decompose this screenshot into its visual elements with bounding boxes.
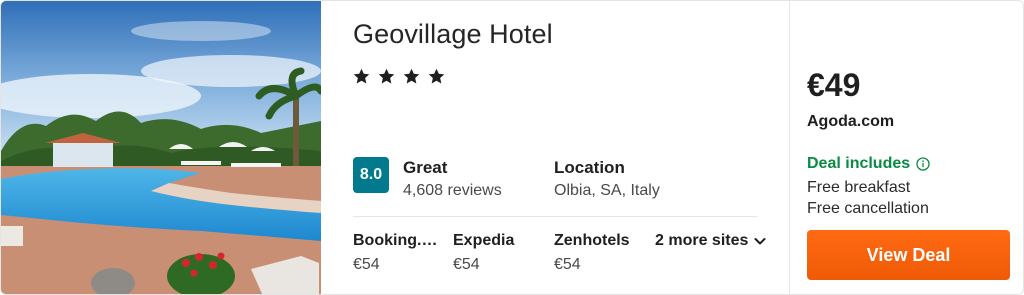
hotel-info: Geovillage Hotel 8.0 Great 4,608 reviews… [321,1,789,294]
location-label: Location [554,158,625,177]
provider-name: Booking.com [353,232,445,249]
perk-cancellation: Free cancellation [807,200,929,217]
provider-name: Expedia [453,232,515,249]
hotel-result-card: Geovillage Hotel 8.0 Great 4,608 reviews… [0,0,1024,295]
info-icon[interactable] [916,157,930,171]
star-icon [428,68,445,84]
deal-includes-heading: Deal includes [807,155,930,173]
divider [353,216,757,217]
location-value: Olbia, SA, Italy [554,182,660,199]
deal-site[interactable]: Agoda.com [807,113,894,131]
more-sites-label: 2 more sites [655,232,749,249]
star-rating [352,67,446,86]
more-sites-toggle[interactable]: 2 more sites [655,232,767,250]
provider-expedia[interactable]: Expedia €54 [453,232,545,274]
provider-booking[interactable]: Booking.com €54 [353,232,445,274]
hotel-photo[interactable] [1,1,321,294]
star-icon [378,68,395,84]
star-icon [353,68,370,84]
perk-breakfast: Free breakfast [807,179,911,196]
star-icon [403,68,420,84]
deal-includes-label: Deal includes [807,155,911,172]
rating-score-badge: 8.0 [353,157,389,193]
rating-label: Great [403,158,448,177]
provider-zenhotels[interactable]: Zenhotels €54 [554,232,644,274]
best-deal-panel: €49 Agoda.com Deal includes Free breakfa… [790,1,1023,294]
deal-price[interactable]: €49 [807,67,860,104]
provider-price: €54 [353,256,380,273]
review-count: 4,608 reviews [403,182,502,199]
hotel-name[interactable]: Geovillage Hotel [353,19,553,50]
provider-price: €54 [453,256,480,273]
view-deal-button[interactable]: View Deal [807,230,1010,280]
chevron-down-icon [754,238,766,245]
provider-name: Zenhotels [554,232,630,249]
provider-price: €54 [554,256,581,273]
